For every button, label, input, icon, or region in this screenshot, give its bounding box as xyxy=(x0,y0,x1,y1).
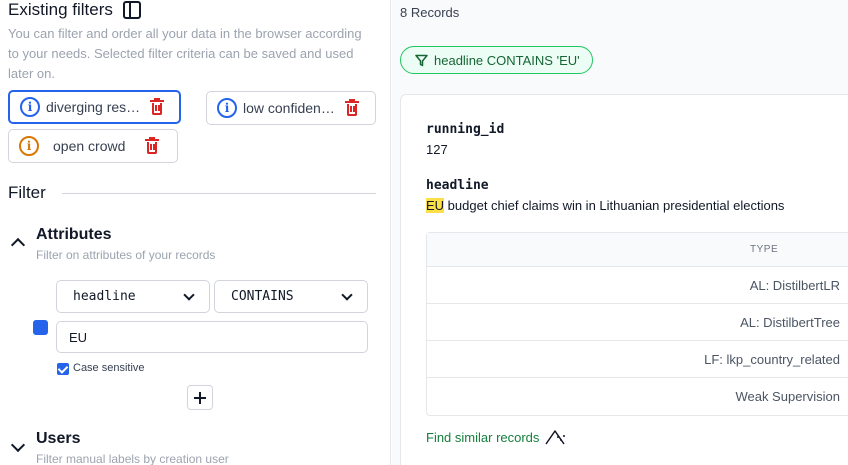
active-filter-pill[interactable]: headline CONTAINS 'EU' xyxy=(400,46,593,74)
attributes-section-subtitle: Filter on attributes of your records xyxy=(36,248,216,262)
saved-filter-label: diverging res… xyxy=(46,99,141,115)
table-row: LF: lkp_country_related xyxy=(427,341,848,378)
users-section-subtitle: Filter manual labels by creation user xyxy=(36,452,229,465)
field-name-headline: headline xyxy=(426,178,489,193)
divider xyxy=(62,193,376,194)
field-value-running-id: 127 xyxy=(426,142,448,157)
field-value-headline: EU budget chief claims win in Lithuanian… xyxy=(426,198,784,213)
chevron-down-icon[interactable] xyxy=(10,437,26,453)
saved-filter-label: low confiden… xyxy=(243,100,335,116)
field-name-running-id: running_id xyxy=(426,122,505,137)
info-icon: i xyxy=(20,97,40,117)
attributes-section-title[interactable]: Attributes xyxy=(36,226,112,244)
search-highlight: EU xyxy=(426,198,445,213)
add-filter-button[interactable] xyxy=(187,385,213,410)
delete-trash-icon[interactable] xyxy=(344,99,359,116)
column-header-type: TYPE xyxy=(750,244,779,255)
case-sensitive-label: Case sensitive xyxy=(73,362,145,374)
chevron-down-icon xyxy=(341,289,353,301)
records-panel: 8 Records headline CONTAINS 'EU' running… xyxy=(392,0,848,465)
warning-info-icon: i xyxy=(19,136,39,156)
existing-filters-title: Existing filters xyxy=(8,0,113,19)
saved-filter-label: open crowd xyxy=(53,138,126,154)
saved-filter-chip-open-crowd[interactable]: i open crowd xyxy=(8,129,178,163)
filter-sidebar: Existing filters You can filter and orde… xyxy=(0,0,391,465)
operator-select[interactable]: CONTAINS xyxy=(214,280,368,313)
case-sensitive-checkbox[interactable] xyxy=(57,363,69,375)
record-card: running_id 127 headline EU budget chief … xyxy=(400,94,848,465)
filter-color-swatch[interactable] xyxy=(33,320,48,335)
saved-filter-chip-diverging[interactable]: i diverging res… xyxy=(8,90,181,124)
sidebar-toggle-icon[interactable] xyxy=(122,1,141,19)
chevron-up-icon[interactable] xyxy=(10,237,26,253)
info-icon: i xyxy=(217,98,237,118)
attribute-field-select[interactable]: headline xyxy=(56,280,210,313)
chevron-down-icon xyxy=(183,289,195,301)
label-table: TYPE AL: DistilbertLR AL: DistilbertTree… xyxy=(426,232,848,416)
filter-heading: Filter xyxy=(8,183,46,202)
users-section-title[interactable]: Users xyxy=(36,430,80,448)
headline-text: budget chief claims win in Lithuanian pr… xyxy=(444,198,785,213)
active-filter-label: headline CONTAINS 'EU' xyxy=(434,52,580,68)
table-row: AL: DistilbertLR xyxy=(427,267,848,304)
funnel-icon xyxy=(415,54,428,67)
existing-filters-header: Existing filters xyxy=(8,0,141,20)
existing-filters-description: You can filter and order all your data i… xyxy=(8,26,362,81)
saved-filter-chip-low-confidence[interactable]: i low confiden… xyxy=(206,91,376,125)
operator-value: CONTAINS xyxy=(231,289,294,304)
filter-value-input[interactable]: EU xyxy=(56,321,368,353)
record-count: 8 Records xyxy=(400,5,460,20)
find-similar-label: Find similar records xyxy=(426,429,540,445)
delete-trash-icon[interactable] xyxy=(145,137,160,154)
similarity-icon xyxy=(545,430,566,445)
table-row: AL: DistilbertTree xyxy=(427,304,848,341)
table-header: TYPE xyxy=(427,233,848,267)
delete-trash-icon[interactable] xyxy=(150,98,165,115)
attribute-field-value: headline xyxy=(73,289,136,304)
table-row: Weak Supervision xyxy=(735,389,840,404)
find-similar-link[interactable]: Find similar records xyxy=(426,429,567,445)
